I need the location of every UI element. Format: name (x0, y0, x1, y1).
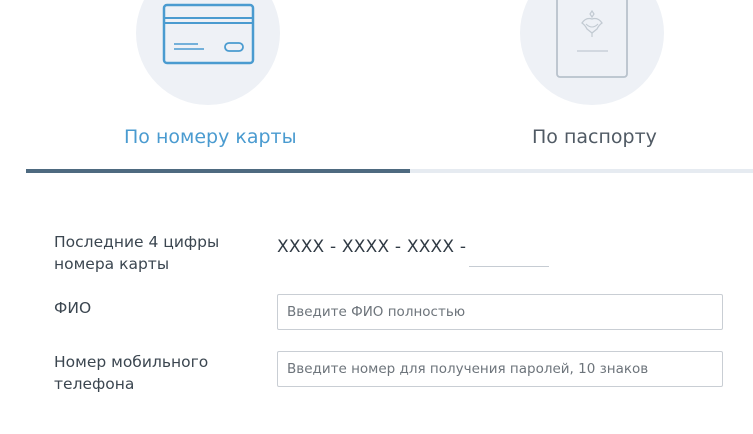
identification-page: По номеру карты По паспорту Последние 4 … (0, 0, 753, 434)
card-number-mask: XXXX - XXXX - XXXX - (277, 237, 467, 257)
tab-icon-circle (136, 0, 280, 105)
tab-by-passport-label[interactable]: По паспорту (532, 126, 657, 148)
tab-by-passport[interactable]: По паспорту (410, 0, 753, 173)
tab-by-card-label[interactable]: По номеру карты (124, 126, 297, 148)
phone-input[interactable] (277, 351, 723, 387)
passport-icon (556, 0, 628, 78)
tab-by-card[interactable]: По номеру карты (26, 0, 410, 173)
fio-input[interactable] (277, 294, 723, 330)
card-digits-label: Последние 4 цифры номера карты (54, 233, 220, 273)
card-last4-input[interactable] (469, 244, 549, 267)
credit-card-icon (162, 3, 255, 65)
tab-by-card-underline (26, 169, 410, 173)
tab-by-passport-underline (410, 169, 753, 173)
tab-icon-circle (520, 0, 664, 105)
fio-label: ФИО (54, 299, 92, 317)
phone-label: Номер мобильного телефона (54, 353, 209, 393)
